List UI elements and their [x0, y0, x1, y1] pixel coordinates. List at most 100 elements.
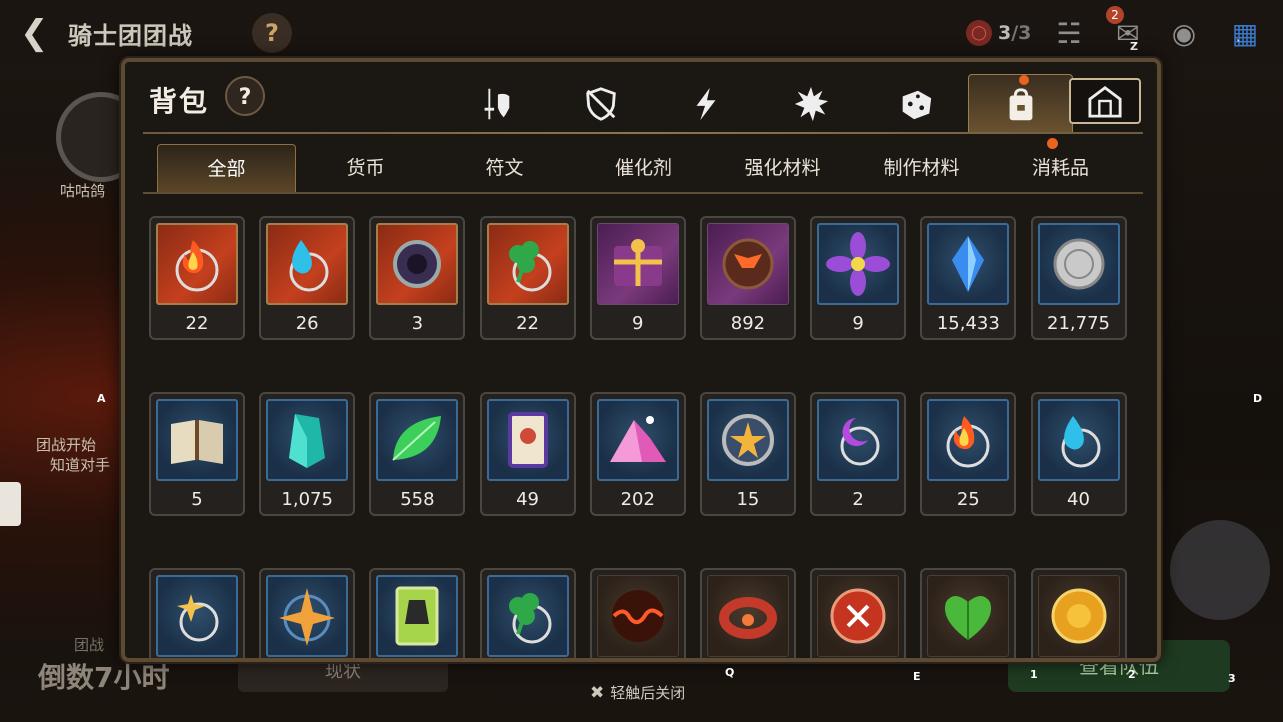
purple-flower-icon: [826, 232, 891, 296]
item-count: 9: [632, 313, 644, 334]
fire-pendant-icon: [946, 416, 990, 468]
notification-dot: [1019, 75, 1029, 85]
tab-bag[interactable]: [968, 74, 1073, 134]
item-count: 22: [185, 313, 209, 334]
close-hint[interactable]: ✖ 轻触后关闭: [590, 682, 685, 703]
inventory-slot[interactable]: 40,520,923: [1030, 568, 1127, 658]
item-count: 892: [730, 313, 766, 334]
inventory-slot[interactable]: 4: [149, 568, 245, 658]
battle-text-1: 团战开始: [36, 436, 97, 454]
modal-help-button[interactable]: ?: [225, 76, 265, 116]
inventory-slot[interactable]: 558: [369, 392, 466, 516]
item-frame: [376, 223, 459, 305]
item-frame: [927, 575, 1010, 657]
category-tabs: [443, 74, 1073, 134]
tab-currency[interactable]: 货币: [296, 144, 435, 192]
inventory-slot[interactable]: 5,160: [699, 568, 796, 658]
item-frame: [817, 575, 900, 657]
key-hint-q: Q: [725, 666, 735, 679]
inventory-slot[interactable]: 3: [369, 216, 466, 340]
help-button[interactable]: ?: [252, 13, 292, 53]
divider: [143, 132, 1143, 134]
avatar: [1170, 520, 1270, 620]
item-count: 40: [1067, 489, 1090, 510]
stamina-counter: ◯ 3/3: [966, 18, 1031, 48]
item-count: 2: [852, 489, 864, 510]
item-frame: [376, 399, 459, 481]
armor-icon: [585, 87, 616, 121]
tab-lightning[interactable]: [653, 74, 758, 134]
red-seal-icon: [830, 588, 886, 644]
item-count: 15: [736, 489, 760, 510]
inventory-slot[interactable]: 40: [1030, 392, 1127, 516]
tab-crafting-materials[interactable]: 制作材料: [852, 144, 991, 192]
menu-grid-icon[interactable]: ▦: [1225, 14, 1265, 54]
chevron-left-icon[interactable]: ❮: [20, 14, 56, 52]
key-hint-e: E: [913, 670, 921, 683]
item-frame: [706, 575, 789, 657]
inventory-slot[interactable]: 1,075: [259, 392, 356, 516]
purple-card-icon: [507, 412, 548, 468]
item-count: 22: [516, 313, 540, 334]
tab-all[interactable]: 全部: [157, 144, 296, 192]
inventory-slot[interactable]: 25: [920, 392, 1017, 516]
compass-star-icon: [279, 588, 336, 646]
storage-house-icon: [1088, 86, 1122, 118]
tab-enhance-materials[interactable]: 强化材料: [713, 144, 852, 192]
inventory-slot[interactable]: 2: [810, 392, 907, 516]
tab-dice[interactable]: [863, 74, 968, 134]
inventory-slot[interactable]: 99: [589, 568, 686, 658]
item-frame: [596, 223, 679, 305]
item-frame: [486, 399, 569, 481]
item-frame: [1037, 399, 1120, 481]
inventory-slot[interactable]: 49: [479, 392, 576, 516]
sub-tabs: 全部 货币 符文 催化剂 强化材料 制作材料 消耗品: [157, 138, 1130, 192]
clover-pendant-icon: [508, 241, 552, 292]
chat-icon[interactable]: ◉: [1164, 14, 1204, 54]
tab-runes[interactable]: 符文: [435, 144, 574, 192]
stamina-current: 3: [998, 22, 1012, 44]
inventory-slot[interactable]: 29,120: [920, 568, 1017, 658]
notification-dot: [1047, 138, 1058, 149]
page-title: 骑士团团战: [68, 22, 193, 50]
tab-weapon[interactable]: [443, 74, 548, 134]
inventory-slot[interactable]: 340: [369, 568, 466, 658]
battle-text-2: 知道对手: [50, 456, 111, 474]
item-frame: [266, 399, 349, 481]
teal-crystal-icon: [289, 414, 326, 468]
inventory-slot[interactable]: 30: [479, 568, 576, 658]
item-count: 202: [620, 489, 655, 510]
inventory-slot[interactable]: 604: [259, 568, 356, 658]
water-pendant-icon: [1061, 416, 1100, 468]
inventory-slot[interactable]: 5: [149, 392, 245, 516]
inventory-slot[interactable]: 21,775: [1030, 216, 1127, 340]
item-frame: [927, 399, 1010, 481]
tab-consumables[interactable]: 消耗品: [991, 138, 1130, 192]
tab-burst[interactable]: [758, 74, 863, 134]
inventory-slot[interactable]: 22: [149, 216, 245, 340]
book-icon: [171, 420, 223, 464]
team-icon[interactable]: ☵: [1049, 14, 1089, 54]
item-count: 49: [516, 489, 540, 510]
inventory-slot[interactable]: 202: [589, 392, 686, 516]
inventory-slot[interactable]: 9: [810, 216, 907, 340]
inventory-slot[interactable]: 3: [810, 568, 907, 658]
inventory-slot[interactable]: 9: [589, 216, 686, 340]
item-count: 26: [295, 313, 319, 334]
gold-sun-coin-icon: [1051, 588, 1106, 644]
inventory-slot[interactable]: 15,433: [920, 216, 1017, 340]
storage-button[interactable]: [1069, 78, 1141, 124]
tab-armor[interactable]: [548, 74, 653, 134]
tab-catalysts[interactable]: 催化剂: [574, 144, 713, 192]
modal-title: 背包: [149, 85, 210, 118]
key-hint-3: 3: [1228, 672, 1236, 685]
item-frame: [706, 223, 789, 305]
inventory-slot[interactable]: 15: [699, 392, 796, 516]
close-hint-label: 轻触后关闭: [610, 684, 686, 702]
inventory-slot[interactable]: 892: [699, 216, 796, 340]
inventory-slot[interactable]: 26: [259, 216, 356, 340]
inventory-slot[interactable]: 22: [479, 216, 576, 340]
item-frame: [927, 223, 1010, 305]
item-count: 25: [956, 489, 980, 510]
item-frame: [596, 575, 679, 657]
